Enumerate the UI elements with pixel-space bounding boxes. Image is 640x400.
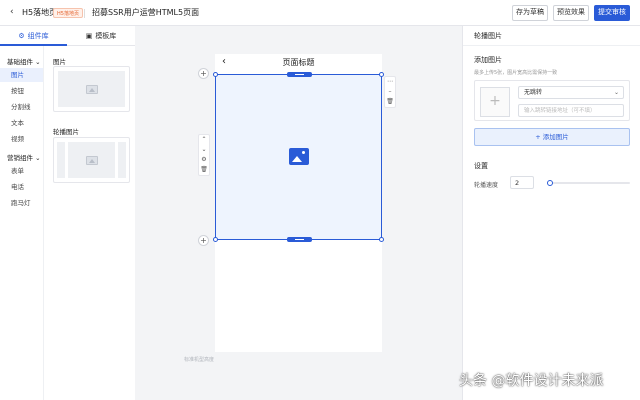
slider-thumb[interactable] [547,180,553,186]
jump-type-value: 无跳转 [524,89,543,96]
app-title: H5落地页 [22,8,58,17]
settings-section-title: 设置 [474,162,488,170]
add-image-button[interactable]: + 添加图片 [474,128,630,146]
speed-slider[interactable] [547,180,630,186]
category-item-phone[interactable]: 电话 [0,180,43,194]
jump-type-select[interactable]: 无跳转 ⌄ [518,86,624,99]
component-panel: 图片 轮播图片 [44,46,135,400]
upload-hint: 最多上传5张，图片宽高比需保持一致 [474,70,558,76]
watermark-text: 头条 @软件设计未来派 [459,373,604,389]
component-image-thumb[interactable] [53,66,130,112]
chevron-down-icon: ⌄ [35,154,41,162]
standard-height-note: 标准机型高度 [184,357,215,363]
preview-button[interactable]: 预览效果 [553,5,589,21]
image-icon [85,84,98,94]
move-down-icon[interactable]: ⌄ [199,145,209,155]
chevron-down-icon: ⌄ [613,89,619,96]
tab-components-label: 组件库 [27,32,49,40]
chevron-down-icon: ⌄ [35,58,41,66]
corner-handle-br[interactable] [379,237,384,242]
editor-canvas: ‹ 页面标题 + + ⌃ ⌄ ⚙ 🗑 ⋯ – 🗑 标准机型高度 [135,26,462,400]
category-item-form[interactable]: 表单 [0,164,43,178]
carousel-center [68,142,115,178]
settings-icon[interactable]: ⚙ [199,155,209,165]
component-image-label: 图片 [53,58,66,66]
delete-icon[interactable]: 🗑 [199,165,209,175]
resize-handle-top[interactable] [287,72,312,77]
category-item-video[interactable]: 视频 [0,132,43,146]
component-carousel-label: 轮播图片 [53,128,79,136]
add-below-plus-icon[interactable]: + [198,235,209,246]
image-icon [85,155,98,165]
category-item-text[interactable]: 文本 [0,116,43,130]
carousel-side-left [57,142,65,178]
page-type-badge: H5落地页 [53,8,83,18]
library-tabs: ⚙ 组件库 ▣ 模板库 [0,26,135,46]
corner-handle-bl[interactable] [213,237,218,242]
phone-preview: ‹ 页面标题 [213,54,384,352]
image-placeholder-icon [289,148,309,165]
resize-handle-bottom[interactable] [287,237,312,242]
page-name: 招募SSR用户运营HTML5页面 [92,8,200,17]
category-basic-title: 基础组件 [7,58,33,66]
speed-input[interactable]: 2 [510,176,534,189]
gear-icon: ⚙ [18,32,25,40]
corner-handle-tl[interactable] [213,72,218,77]
tab-components[interactable]: ⚙ 组件库 [0,26,67,46]
header-divider [84,9,85,18]
carousel-side-right [118,142,126,178]
category-panel: 基础组件 ⌄ 图片 按钮 分割线 文本 视频 营销组件 ⌄ 表单 电话 跑马灯 [0,46,44,400]
save-draft-button[interactable]: 存为草稿 [512,5,548,21]
back-arrow-icon[interactable]: ‹ [10,7,14,17]
collapse-icon[interactable]: – [385,87,395,97]
template-icon: ▣ [85,32,93,40]
properties-panel: 轮播图片 添加图片 最多上传5张，图片宽高比需保持一致 + 无跳转 ⌄ 输入跳转… [462,26,640,400]
tab-templates-label: 模板库 [95,32,117,40]
move-up-icon[interactable]: ⌃ [199,135,209,145]
category-item-image[interactable]: 图片 [0,68,43,82]
category-item-divider[interactable]: 分割线 [0,100,43,114]
top-header: ‹ H5落地页 H5落地页 招募SSR用户运营HTML5页面 存为草稿 预览效果… [0,0,640,26]
category-marketing-header[interactable]: 营销组件 ⌄ [7,152,41,162]
tab-templates[interactable]: ▣ 模板库 [67,26,135,46]
upload-image-button[interactable]: + [480,87,510,117]
phone-page-title: 页面标题 [282,58,315,67]
link-url-input[interactable]: 输入跳转链接地址（可不填） [518,104,624,117]
category-marketing-title: 营销组件 [7,154,33,162]
selected-carousel-component[interactable] [213,72,384,242]
delete-icon[interactable]: 🗑 [385,97,395,107]
expand-icon[interactable]: ⋯ [385,77,395,87]
submit-review-button[interactable]: 提交审核 [594,5,630,21]
image-slot-card: + 无跳转 ⌄ 输入跳转链接地址（可不填） [474,80,630,121]
component-right-toolbar: ⋯ – 🗑 [384,76,396,108]
component-carousel-thumb[interactable] [53,137,130,183]
thumb-placeholder [58,71,125,107]
speed-label: 轮播速度 [474,182,499,189]
category-item-button[interactable]: 按钮 [0,84,43,98]
add-image-section-title: 添加图片 [474,56,502,64]
component-left-toolbar: ⌃ ⌄ ⚙ 🗑 [198,134,210,176]
category-basic-header[interactable]: 基础组件 ⌄ [7,56,41,66]
add-above-plus-icon[interactable]: + [198,68,209,79]
properties-title: 轮播图片 [463,26,640,46]
category-item-marquee[interactable]: 跑马灯 [0,196,43,210]
